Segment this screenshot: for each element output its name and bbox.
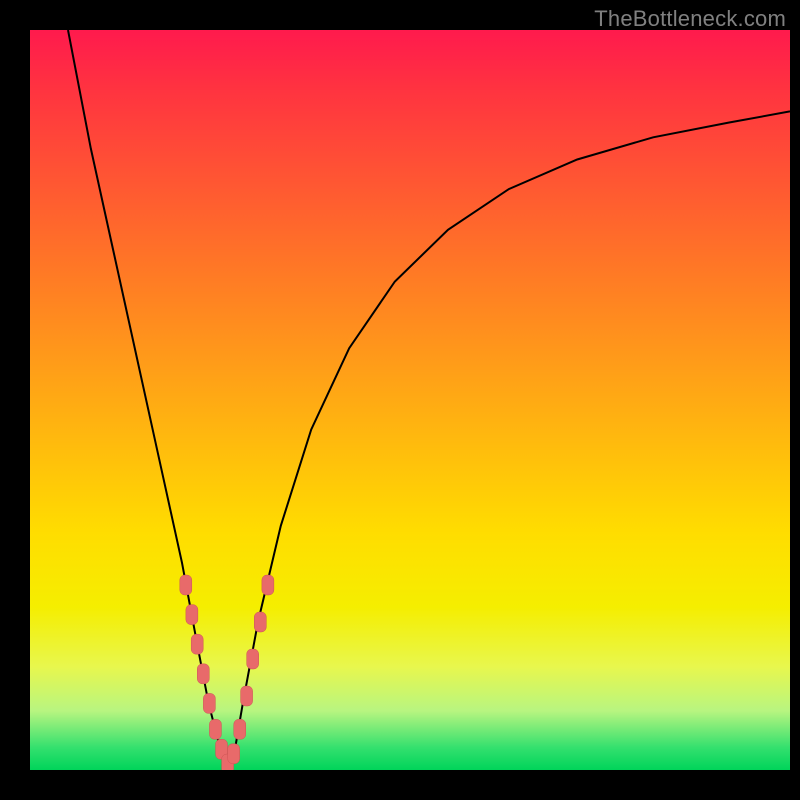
data-marker bbox=[241, 686, 253, 706]
bottleneck-curve bbox=[68, 30, 790, 766]
data-markers bbox=[180, 575, 274, 770]
data-marker bbox=[247, 649, 259, 669]
data-marker bbox=[209, 719, 221, 739]
chart-frame: TheBottleneck.com bbox=[0, 0, 800, 800]
data-marker bbox=[262, 575, 274, 595]
data-marker bbox=[191, 634, 203, 654]
data-marker bbox=[197, 664, 209, 684]
data-marker bbox=[228, 744, 240, 764]
data-marker bbox=[254, 612, 266, 632]
plot-area bbox=[30, 30, 790, 770]
watermark-text: TheBottleneck.com bbox=[594, 6, 786, 32]
data-marker bbox=[203, 693, 215, 713]
data-marker bbox=[186, 605, 198, 625]
data-marker bbox=[234, 719, 246, 739]
chart-svg bbox=[30, 30, 790, 770]
data-marker bbox=[180, 575, 192, 595]
